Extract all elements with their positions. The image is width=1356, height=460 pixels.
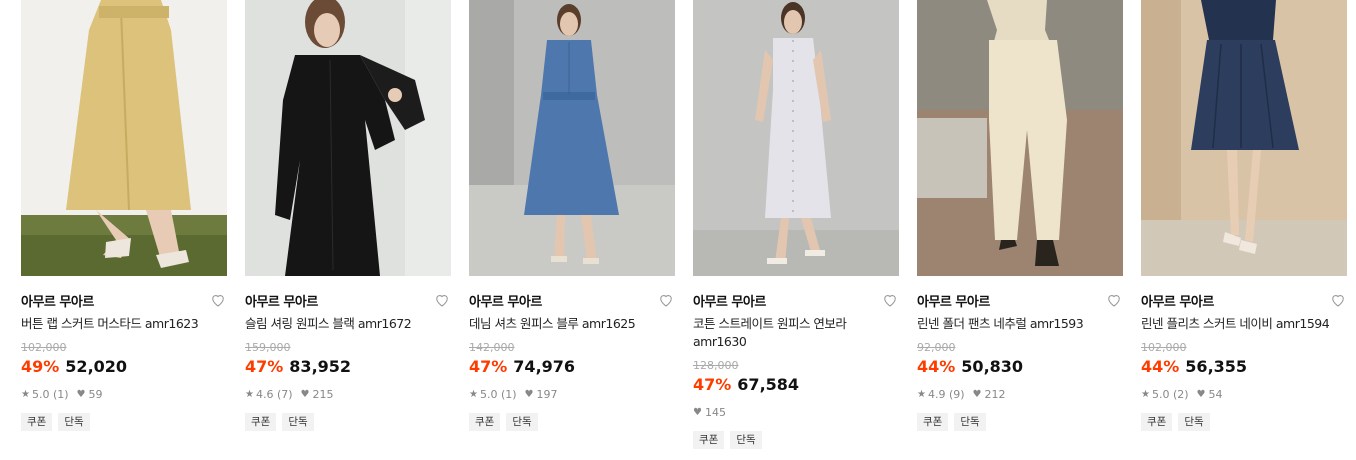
- coupon-tag: 쿠폰: [245, 413, 277, 431]
- review-meta: ★ 4.6 (7) ♥ 215: [245, 387, 451, 401]
- like-count: 197: [536, 387, 558, 401]
- sale-price: 67,584: [737, 375, 800, 394]
- exclusive-tag: 단독: [730, 431, 762, 449]
- discount-rate: 44%: [917, 357, 956, 376]
- brand-name[interactable]: 아무르 무아르: [245, 291, 318, 310]
- heart-icon[interactable]: [657, 291, 675, 309]
- product-image[interactable]: [469, 0, 675, 276]
- heart-icon[interactable]: [1329, 291, 1347, 309]
- brand-name[interactable]: 아무르 무아르: [21, 291, 94, 310]
- like-icon: ♥: [693, 406, 702, 418]
- review-meta: ★ 4.9 (9) ♥ 212: [917, 387, 1123, 401]
- product-title[interactable]: 버튼 랩 스커트 머스타드 amr1623: [21, 315, 227, 333]
- discount-rate: 47%: [469, 357, 508, 376]
- tag-list: 쿠폰 단독: [917, 413, 1123, 431]
- product-card[interactable]: 아무르 무아르 데님 셔츠 원피스 블루 amr1625 142,000 47%…: [469, 0, 675, 431]
- rating: 4.6 (7): [255, 387, 293, 401]
- original-price: 102,000: [21, 341, 67, 354]
- product-image[interactable]: [693, 0, 899, 276]
- like-icon: ♥: [300, 388, 310, 400]
- star-icon: ★: [245, 388, 254, 400]
- tag-list: 쿠폰 단독: [693, 431, 899, 449]
- review-meta: ★ 5.0 (1) ♥ 197: [469, 387, 675, 401]
- discount-rate: 44%: [1141, 357, 1180, 376]
- original-price: 92,000: [917, 341, 956, 354]
- brand-name[interactable]: 아무르 무아르: [469, 291, 542, 310]
- product-card[interactable]: 아무르 무아르 슬림 셔링 원피스 블랙 amr1672 159,000 47%…: [245, 0, 451, 431]
- like-count: 54: [1208, 387, 1223, 401]
- product-title[interactable]: 코튼 스트레이트 원피스 연보라 amr1630: [693, 315, 899, 351]
- exclusive-tag: 단독: [58, 413, 90, 431]
- brand-name[interactable]: 아무르 무아르: [917, 291, 990, 310]
- sale-price: 83,952: [289, 357, 352, 376]
- product-image[interactable]: [917, 0, 1123, 276]
- heart-icon[interactable]: [433, 291, 451, 309]
- like-icon: ♥: [1196, 388, 1206, 400]
- coupon-tag: 쿠폰: [693, 431, 725, 449]
- discount-rate: 49%: [21, 357, 60, 376]
- product-card[interactable]: 아무르 무아르 린넨 플리츠 스커트 네이비 amr1594 102,000 4…: [1141, 0, 1347, 431]
- sale-price: 52,020: [65, 357, 128, 376]
- star-icon: ★: [917, 388, 926, 400]
- star-icon: ★: [21, 388, 30, 400]
- brand-name[interactable]: 아무르 무아르: [693, 291, 766, 310]
- tag-list: 쿠폰 단독: [469, 413, 675, 431]
- product-title[interactable]: 슬림 셔링 원피스 블랙 amr1672: [245, 315, 451, 333]
- coupon-tag: 쿠폰: [469, 413, 501, 431]
- product-title[interactable]: 린넨 플리츠 스커트 네이비 amr1594: [1141, 315, 1347, 333]
- heart-icon[interactable]: [209, 291, 227, 309]
- exclusive-tag: 단독: [1178, 413, 1210, 431]
- like-icon: ♥: [76, 388, 86, 400]
- review-meta: ♥ 145: [693, 405, 899, 419]
- review-meta: ★ 5.0 (2) ♥ 54: [1141, 387, 1347, 401]
- rating: 4.9 (9): [927, 387, 965, 401]
- rating: 5.0 (1): [479, 387, 517, 401]
- brand-name[interactable]: 아무르 무아르: [1141, 291, 1214, 310]
- exclusive-tag: 단독: [506, 413, 538, 431]
- star-icon: ★: [1141, 388, 1150, 400]
- like-icon: ♥: [524, 388, 534, 400]
- rating: 5.0 (1): [31, 387, 69, 401]
- exclusive-tag: 단독: [954, 413, 986, 431]
- product-title[interactable]: 데님 셔츠 원피스 블루 amr1625: [469, 315, 675, 333]
- rating: 5.0 (2): [1151, 387, 1189, 401]
- discount-rate: 47%: [245, 357, 284, 376]
- like-count: 59: [88, 387, 103, 401]
- sale-price: 56,355: [1185, 357, 1248, 376]
- coupon-tag: 쿠폰: [1141, 413, 1173, 431]
- review-meta: ★ 5.0 (1) ♥ 59: [21, 387, 227, 401]
- like-count: 145: [704, 405, 726, 419]
- sale-price: 50,830: [961, 357, 1024, 376]
- like-icon: ♥: [972, 388, 982, 400]
- product-card[interactable]: 아무르 무아르 코튼 스트레이트 원피스 연보라 amr1630 128,000…: [693, 0, 899, 449]
- heart-icon[interactable]: [881, 291, 899, 309]
- like-count: 215: [312, 387, 334, 401]
- coupon-tag: 쿠폰: [917, 413, 949, 431]
- sale-price: 74,976: [513, 357, 576, 376]
- tag-list: 쿠폰 단독: [21, 413, 227, 431]
- original-price: 159,000: [245, 341, 291, 354]
- heart-icon[interactable]: [1105, 291, 1123, 309]
- product-card[interactable]: 아무르 무아르 버튼 랩 스커트 머스타드 amr1623 102,000 49…: [21, 0, 227, 431]
- coupon-tag: 쿠폰: [21, 413, 53, 431]
- star-icon: ★: [469, 388, 478, 400]
- product-image[interactable]: [1141, 0, 1347, 276]
- product-image[interactable]: [245, 0, 451, 276]
- original-price: 102,000: [1141, 341, 1187, 354]
- product-card[interactable]: 아무르 무아르 린넨 폴더 팬츠 네추럴 amr1593 92,000 44% …: [917, 0, 1123, 431]
- tag-list: 쿠폰 단독: [245, 413, 451, 431]
- product-grid: 아무르 무아르 버튼 랩 스커트 머스타드 amr1623 102,000 49…: [0, 0, 1356, 460]
- product-title[interactable]: 린넨 폴더 팬츠 네추럴 amr1593: [917, 315, 1123, 333]
- discount-rate: 47%: [693, 375, 732, 394]
- original-price: 128,000: [693, 359, 739, 372]
- exclusive-tag: 단독: [282, 413, 314, 431]
- product-image[interactable]: [21, 0, 227, 276]
- original-price: 142,000: [469, 341, 515, 354]
- like-count: 212: [984, 387, 1006, 401]
- tag-list: 쿠폰 단독: [1141, 413, 1347, 431]
